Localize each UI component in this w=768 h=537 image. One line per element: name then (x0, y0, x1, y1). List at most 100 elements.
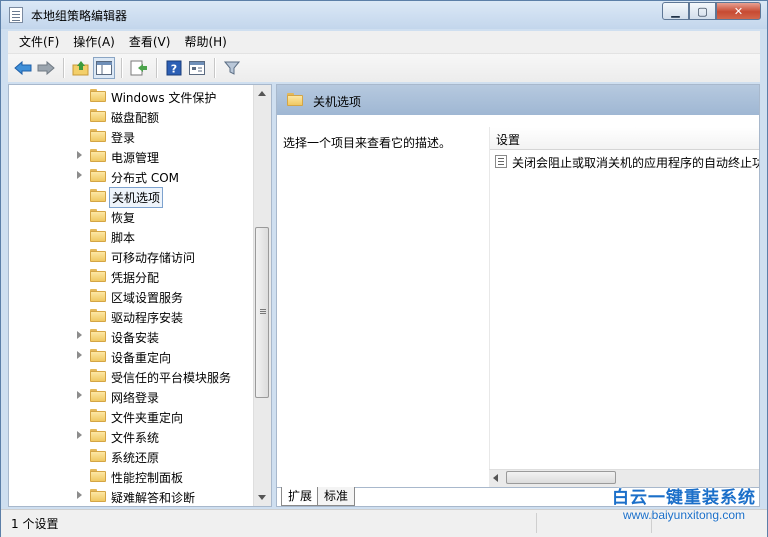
tree-item[interactable]: 电源管理 (9, 146, 255, 166)
column-header-label: 设置 (496, 133, 521, 147)
export-list-button[interactable] (128, 57, 150, 79)
scroll-up-arrow-icon[interactable] (258, 91, 266, 96)
folder-icon (90, 469, 106, 482)
tree-item[interactable]: 设备重定向 (9, 346, 255, 366)
properties-button[interactable] (186, 57, 208, 79)
forward-icon (37, 60, 55, 76)
window-title: 本地组策略编辑器 (31, 9, 128, 23)
tree-pane: Windows 文件保护 磁盘配额登录电源管理 分布式 COM 关机选项 恢复 脚本可移动… (8, 84, 272, 507)
tree-item[interactable]: 设备安装 (9, 326, 255, 346)
folder-icon (90, 249, 106, 262)
scroll-left-arrow-icon[interactable] (493, 474, 498, 482)
tree-item[interactable]: 登录 (9, 126, 255, 146)
folder-icon (90, 229, 106, 242)
tree-item[interactable]: 网络登录 (9, 386, 255, 406)
folder-icon (90, 269, 106, 282)
menu-view[interactable]: 查看(V) (122, 32, 178, 52)
back-icon (14, 60, 32, 76)
folder-icon (90, 289, 106, 302)
folder-icon (90, 89, 106, 102)
close-button[interactable]: ✕ (716, 2, 761, 20)
expand-arrow-icon[interactable] (77, 331, 82, 339)
tree-item[interactable]: Windows 文件保护 (9, 86, 255, 106)
tree-item-label: 可移动存储访问 (111, 251, 196, 265)
tree-item[interactable]: 受信任的平台模块服务 (9, 366, 255, 386)
menu-action[interactable]: 操作(A) (66, 32, 122, 52)
maximize-button[interactable]: ▢ (689, 2, 716, 20)
list-horizontal-scrollbar[interactable] (489, 469, 759, 487)
menu-help[interactable]: 帮助(H) (177, 32, 233, 52)
expand-arrow-icon[interactable] (77, 491, 82, 499)
menu-bar: 文件(F) 操作(A) 查看(V) 帮助(H) (8, 31, 760, 54)
settings-list: 设置 关闭会阻止或取消关机的应用程序的自动终止功能 (489, 127, 760, 471)
horizontal-scroll-thumb[interactable] (506, 471, 616, 484)
column-header-setting[interactable]: 设置 (490, 127, 759, 150)
setting-row[interactable]: 关闭会阻止或取消关机的应用程序的自动终止功能 (490, 151, 760, 171)
tree-item[interactable]: 磁盘配额 (9, 106, 255, 126)
tree-item-label: 网络登录 (111, 391, 160, 405)
details-header: 关机选项 (277, 85, 759, 115)
tree-item[interactable]: 恢复 (9, 206, 255, 226)
toolbar-separator (156, 58, 158, 78)
expand-arrow-icon[interactable] (77, 431, 82, 439)
setting-label: 关闭会阻止或取消关机的应用程序的自动终止功能 (512, 156, 760, 170)
forward-button[interactable] (35, 57, 57, 79)
expand-arrow-icon[interactable] (77, 171, 82, 179)
tree-item[interactable]: 关机选项 (9, 186, 255, 208)
show-hide-tree-button[interactable] (93, 57, 115, 79)
folder-icon (90, 489, 106, 502)
folder-icon (90, 349, 106, 362)
title-bar[interactable]: 本地组策略编辑器 ▁ ▢ ✕ (1, 1, 767, 29)
tree-item-label: 疑难解答和诊断 (111, 491, 196, 505)
menu-file[interactable]: 文件(F) (8, 32, 66, 52)
tree-item-label: 区域设置服务 (111, 291, 184, 305)
folder-icon (90, 369, 106, 382)
filter-button[interactable] (221, 57, 243, 79)
tree-item-label: 设备重定向 (111, 351, 172, 365)
folder-icon (287, 93, 303, 106)
folder-icon (90, 329, 106, 342)
up-folder-button[interactable] (70, 57, 92, 79)
tree-vertical-scrollbar[interactable] (253, 85, 271, 506)
scroll-thumb[interactable] (255, 227, 269, 398)
folder-icon (90, 149, 106, 162)
tree-item[interactable]: 可移动存储访问 (9, 246, 255, 266)
expand-arrow-icon[interactable] (77, 351, 82, 359)
tree-item-label: 登录 (111, 131, 136, 145)
details-header-title: 关机选项 (313, 95, 362, 109)
tree-item[interactable]: 文件夹重定向 (9, 406, 255, 426)
tab-standard[interactable]: 标准 (317, 487, 356, 506)
tree-item[interactable]: 疑难解答和诊断 (9, 486, 255, 506)
tree-item-label: 电源管理 (111, 151, 160, 165)
tree-item[interactable]: 脚本 (9, 226, 255, 246)
scroll-down-arrow-icon[interactable] (258, 495, 266, 500)
back-button[interactable] (12, 57, 34, 79)
status-bar: 1 个设置 (1, 509, 767, 537)
help-button[interactable]: ? (163, 57, 185, 79)
show-hide-tree-icon (96, 61, 112, 75)
tree-item[interactable]: 分布式 COM (9, 166, 255, 186)
expand-arrow-icon[interactable] (77, 151, 82, 159)
folder-icon (90, 429, 106, 442)
tree-item-label: 关机选项 (109, 187, 164, 208)
tree-item[interactable]: 系统还原 (9, 446, 255, 466)
tab-extended[interactable]: 扩展 (281, 487, 320, 506)
minimize-button[interactable]: ▁ (662, 2, 689, 20)
folder-icon (90, 389, 106, 402)
toolbar-separator (63, 58, 65, 78)
tree-item-label: 设备安装 (111, 331, 160, 345)
tree-item[interactable]: 性能控制面板 (9, 466, 255, 486)
caption-buttons: ▁ ▢ ✕ (662, 2, 761, 21)
filter-icon (224, 61, 240, 75)
description-text: 选择一个项目来查看它的描述。 (283, 136, 452, 150)
status-divider (536, 513, 537, 533)
tree-item[interactable]: 驱动程序安装 (9, 306, 255, 326)
tree-item[interactable]: 区域设置服务 (9, 286, 255, 306)
tree-item[interactable]: 凭据分配 (9, 266, 255, 286)
expand-arrow-icon[interactable] (77, 391, 82, 399)
tree-item[interactable]: 文件系统 (9, 426, 255, 446)
folder-icon (90, 109, 106, 122)
tree-item-label: 驱动程序安装 (111, 311, 184, 325)
folder-icon (90, 409, 106, 422)
app-icon (9, 7, 23, 23)
